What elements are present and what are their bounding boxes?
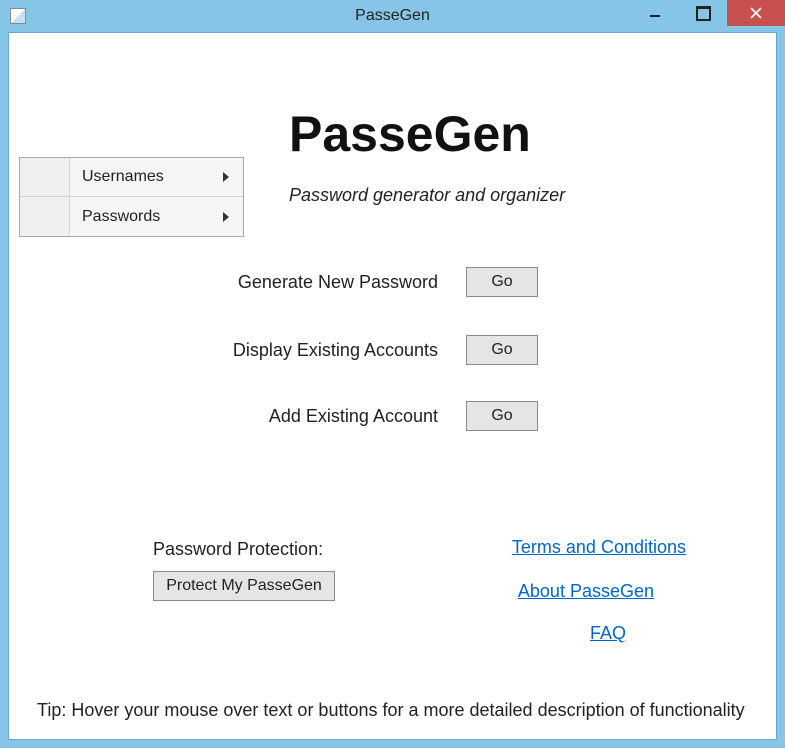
app-title: PasseGen: [289, 105, 531, 163]
menu-item-label: Usernames: [82, 168, 164, 186]
protection-label: Password Protection:: [153, 539, 323, 560]
menu-item-passwords[interactable]: Passwords: [20, 197, 243, 236]
menu-item-usernames[interactable]: Usernames: [20, 158, 243, 197]
go-button-display[interactable]: Go: [466, 335, 538, 365]
window-body: Usernames Passwords PasseGen Password ge…: [8, 32, 777, 740]
link-terms[interactable]: Terms and Conditions: [512, 537, 686, 558]
maximize-button[interactable]: [679, 0, 727, 26]
menu-gutter: [20, 158, 70, 196]
window-controls: [631, 0, 785, 26]
link-faq[interactable]: FAQ: [590, 623, 626, 644]
action-label: Display Existing Accounts: [213, 340, 438, 361]
action-label: Generate New Password: [213, 272, 438, 293]
window-title: PasseGen: [355, 7, 430, 25]
action-label: Add Existing Account: [213, 406, 438, 427]
menu-gutter: [20, 197, 70, 236]
minimize-button[interactable]: [631, 0, 679, 26]
tip-text: Tip: Hover your mouse over text or butto…: [37, 700, 745, 721]
app-icon: [10, 8, 26, 24]
action-display-accounts: Display Existing Accounts Go: [213, 335, 538, 365]
tagline: Password generator and organizer: [289, 185, 565, 206]
action-add-account: Add Existing Account Go: [213, 401, 538, 431]
titlebar: PasseGen: [0, 0, 785, 32]
chevron-right-icon: [223, 172, 229, 182]
go-button-add[interactable]: Go: [466, 401, 538, 431]
main-menu: Usernames Passwords: [19, 157, 244, 237]
action-generate-password: Generate New Password Go: [213, 267, 538, 297]
close-button[interactable]: [727, 0, 785, 26]
protect-button[interactable]: Protect My PasseGen: [153, 571, 335, 601]
link-about[interactable]: About PasseGen: [518, 581, 654, 602]
go-button-generate[interactable]: Go: [466, 267, 538, 297]
menu-item-label: Passwords: [82, 208, 160, 226]
chevron-right-icon: [223, 212, 229, 222]
close-icon: [750, 7, 762, 19]
